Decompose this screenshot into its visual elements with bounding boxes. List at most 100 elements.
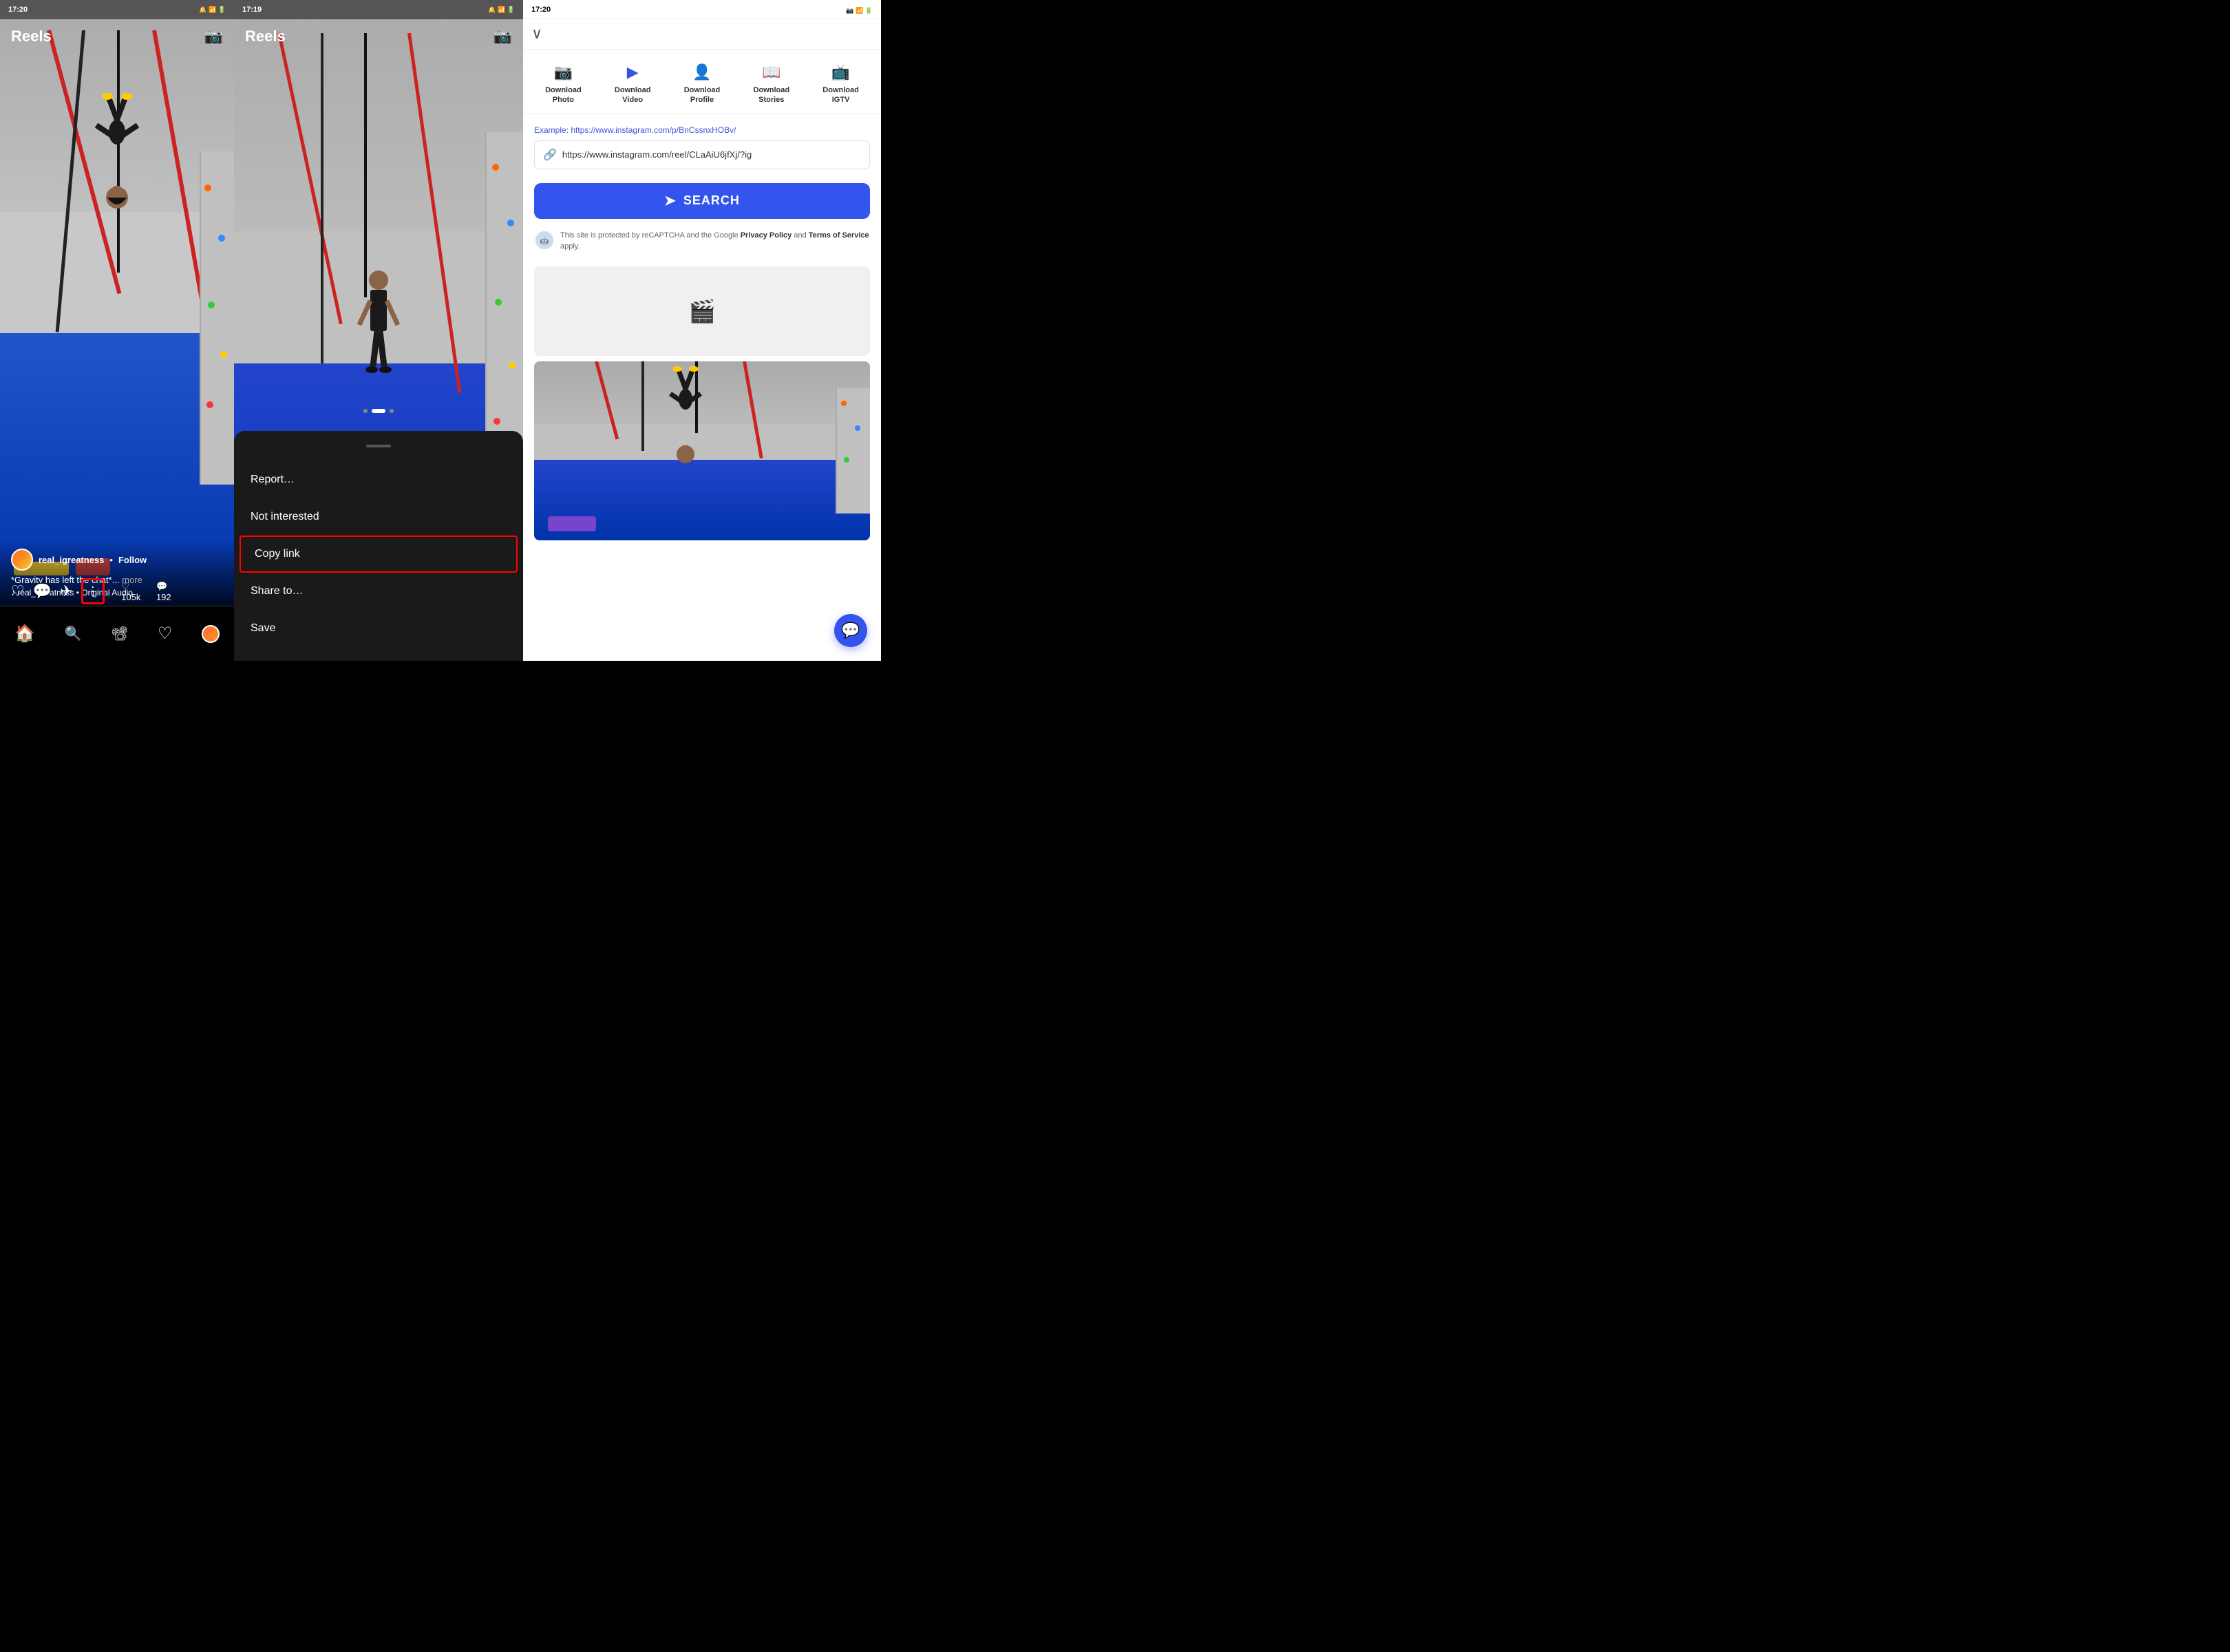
search-btn-icon: ➤	[664, 192, 677, 209]
profile-tab-label: DownloadProfile	[684, 85, 721, 105]
stories-tab-label: DownloadStories	[754, 85, 790, 105]
tab-download-stories[interactable]: 📖 DownloadStories	[736, 58, 806, 114]
link-icon: 🔗	[543, 148, 557, 162]
bottom-nav-1: 🏠 🔍 📽 ♡	[0, 606, 234, 661]
video-preview-panel: 🚶	[534, 361, 870, 540]
nav-home-1[interactable]: 🏠	[14, 624, 35, 644]
url-input-row: 🔗	[534, 140, 870, 169]
reels-title-2: Reels	[245, 28, 286, 45]
preview-placeholder-icon: 🎬	[688, 298, 716, 324]
username-1[interactable]: real_igreatness	[39, 555, 104, 565]
preview-placeholder-area: 🎬	[534, 266, 870, 356]
video-tab-label: DownloadVideo	[615, 85, 651, 105]
dot-3	[390, 409, 394, 413]
user-row-1: real_igreatness • Follow	[11, 549, 223, 571]
nav-profile-1[interactable]	[202, 625, 220, 643]
wall-hold-3	[208, 301, 215, 308]
panel-instagram-reels-2: 17:19 🔔 📶 🔋 Reels 📷	[234, 0, 523, 661]
igtv-tab-icon: 📺	[831, 63, 850, 81]
p2-hold-1	[492, 164, 499, 171]
context-menu: Report… Not interested Copy link Share t…	[234, 431, 523, 661]
status-icons-2: 🔔 📶 🔋	[488, 6, 515, 14]
tab-download-photo[interactable]: 📷 DownloadPhoto	[529, 58, 598, 114]
comment-icon-1[interactable]: 💬	[33, 582, 52, 600]
nav-search-1[interactable]: 🔍	[65, 625, 82, 642]
vp-hold-1	[841, 401, 847, 406]
panel-instagram-reels-1: 17:20 🔔 📶 🔋 Reels 📷	[0, 0, 234, 661]
reels-title-1: Reels	[11, 28, 52, 45]
photo-tab-icon: 📷	[554, 63, 573, 81]
vp-hold-2	[855, 425, 860, 431]
wall-hold-2	[218, 235, 225, 242]
status-time-2: 17:19	[242, 6, 262, 14]
vp-equipment-purple	[548, 516, 596, 531]
status-time-1: 17:20	[8, 6, 28, 14]
menu-item-not-interested[interactable]: Not interested	[234, 498, 523, 536]
recaptcha-notice: 🤖 This site is protected by reCAPTCHA an…	[523, 227, 881, 261]
p2-hold-5	[493, 418, 500, 425]
menu-item-save[interactable]: Save	[234, 610, 523, 647]
example-text: Example: https://www.instagram.com/p/BnC…	[534, 125, 870, 135]
gymnast-standing-2	[351, 260, 406, 383]
p2-rope-3	[364, 33, 367, 297]
example-label: Example:	[534, 125, 569, 135]
p2-hold-3	[495, 299, 502, 306]
terms-of-service-link[interactable]: Terms of Service	[809, 231, 869, 240]
tab-download-video[interactable]: ▶ DownloadVideo	[598, 58, 668, 114]
camera-icon-1[interactable]: 📷	[204, 28, 223, 45]
privacy-policy-link[interactable]: Privacy Policy	[741, 231, 792, 240]
tab-download-profile[interactable]: 👤 DownloadProfile	[668, 58, 737, 114]
gymnast-figure-preview	[658, 365, 713, 489]
example-url[interactable]: https://www.instagram.com/p/BnCssnxHOBv/	[571, 125, 736, 135]
top-bar-2: Reels 📷	[234, 19, 523, 54]
browser-chrome: ∧	[523, 19, 881, 50]
more-button-1[interactable]: ⋮	[81, 578, 105, 604]
comments-count-1: 💬 192	[156, 581, 182, 602]
profile-tab-icon: 👤	[692, 63, 711, 81]
top-bar-1: Reels 📷	[0, 19, 234, 54]
panel-download-tool: 17:20 📷 📶 🔋 ∧ 📷 DownloadPhoto ▶ Download…	[523, 0, 881, 661]
igtv-tab-label: DownloadIGTV	[822, 85, 859, 105]
back-chevron-icon[interactable]: ∧	[531, 25, 542, 43]
vp-hold-3	[844, 457, 849, 463]
svg-text:🤖: 🤖	[540, 235, 549, 244]
p2-hold-2	[507, 220, 514, 226]
status-bar-3: 17:20 📷 📶 🔋	[523, 0, 881, 19]
like-icon-1[interactable]: ♡	[11, 582, 25, 600]
more-dots-icon-1: ⋮	[87, 584, 99, 599]
chat-icon: 💬	[841, 622, 860, 639]
status-time-3: 17:20	[531, 6, 551, 14]
dot-1	[363, 409, 368, 413]
status-icons-1: 🔔 📶 🔋	[199, 6, 226, 14]
p2-rope-2	[321, 33, 323, 363]
stories-tab-icon: 📖	[762, 63, 780, 81]
user-avatar-1[interactable]	[11, 549, 33, 571]
url-input[interactable]	[562, 149, 861, 160]
menu-item-copy-link[interactable]: Copy link	[240, 536, 518, 573]
stats-row-1: ♡ 💬 ✈ ⋮ ♡ 105k 💬 192	[0, 578, 193, 604]
scroll-dots-2	[363, 409, 394, 413]
chat-fab-button[interactable]: 💬	[834, 614, 867, 647]
menu-item-report[interactable]: Report…	[234, 461, 523, 498]
wall-hold-1	[204, 184, 211, 191]
share-icon-1[interactable]: ✈	[60, 582, 72, 600]
menu-item-share[interactable]: Share to…	[234, 573, 523, 610]
status-icons-3: 📷 📶 🔋	[846, 3, 873, 16]
status-bar-2: 17:19 🔔 📶 🔋	[234, 0, 523, 19]
follow-button-1[interactable]: Follow	[118, 555, 147, 565]
status-icons-symbols-1: 🔔 📶 🔋	[199, 6, 226, 14]
video-tab-icon: ▶	[627, 63, 639, 81]
recaptcha-text: This site is protected by reCAPTCHA and …	[560, 230, 870, 253]
menu-handle	[366, 445, 391, 447]
search-button[interactable]: ➤ SEARCH	[534, 183, 870, 219]
gymnast-figure-1	[83, 91, 151, 242]
video-background-1	[0, 0, 234, 606]
camera-icon-2[interactable]: 📷	[493, 28, 512, 45]
tab-download-igtv[interactable]: 📺 DownloadIGTV	[806, 58, 875, 114]
climbing-wall-1	[200, 151, 234, 485]
nav-heart-1[interactable]: ♡	[158, 624, 173, 644]
nav-reels-1[interactable]: 📽	[111, 625, 128, 642]
url-section: Example: https://www.instagram.com/p/BnC…	[523, 114, 881, 175]
status-symbols-3: 📷 📶 🔋	[846, 7, 873, 14]
download-tabs-container: 📷 DownloadPhoto ▶ DownloadVideo 👤 Downlo…	[523, 50, 881, 114]
